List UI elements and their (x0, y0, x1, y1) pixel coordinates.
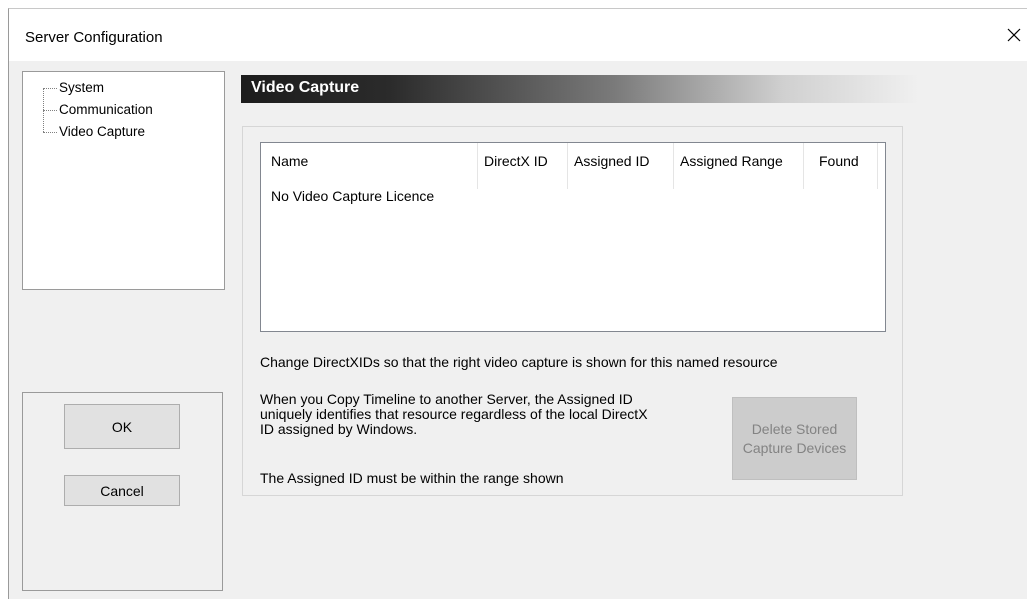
window-title: Server Configuration (25, 29, 163, 46)
section-title: Video Capture (251, 79, 360, 96)
section-header: Video Capture (241, 75, 919, 103)
column-header-directx-id[interactable]: DirectX ID (484, 153, 548, 169)
close-button[interactable] (1000, 21, 1027, 49)
delete-stored-capture-devices-button[interactable]: Delete Stored Capture Devices (732, 397, 857, 480)
copy-note-line3: ID assigned by Windows. (260, 421, 418, 437)
close-icon (1007, 28, 1021, 42)
tree-item-video-capture[interactable]: Video Capture (59, 124, 145, 139)
copy-note-line2: uniquely identifies that resource regard… (260, 406, 648, 422)
button-panel: OK Cancel (22, 392, 223, 591)
tree-connector (43, 110, 57, 111)
video-capture-group: Name DirectX ID Assigned ID Assigned Ran… (242, 126, 903, 496)
ok-button[interactable]: OK (64, 404, 180, 449)
column-divider (877, 143, 878, 189)
range-note: The Assigned ID must be within the range… (260, 470, 564, 486)
title-bar: Server Configuration (9, 9, 1027, 61)
delete-button-label: Delete Stored Capture Devices (743, 420, 847, 458)
column-header-name[interactable]: Name (271, 153, 308, 169)
empty-list-message: No Video Capture Licence (271, 188, 435, 204)
column-divider (567, 143, 568, 189)
tree-connector (43, 132, 57, 133)
column-divider (803, 143, 804, 189)
column-header-assigned-range[interactable]: Assigned Range (680, 153, 783, 169)
column-header-found[interactable]: Found (819, 153, 859, 169)
tree-item-system[interactable]: System (59, 80, 104, 95)
column-divider (673, 143, 674, 189)
cancel-button[interactable]: Cancel (64, 475, 180, 506)
delete-button-line1: Delete Stored (751, 420, 838, 437)
tree-item-communication[interactable]: Communication (59, 102, 153, 117)
capture-devices-list[interactable]: Name DirectX ID Assigned ID Assigned Ran… (260, 142, 886, 332)
delete-button-line2: Capture Devices (742, 439, 847, 456)
column-divider (477, 143, 478, 189)
directx-note: Change DirectXIDs so that the right vide… (260, 354, 778, 370)
copy-note-line1: When you Copy Timeline to another Server… (260, 391, 633, 407)
column-header-assigned-id[interactable]: Assigned ID (574, 153, 649, 169)
server-configuration-dialog: Server Configuration System Communicatio… (8, 8, 1027, 599)
tree-connector (43, 88, 57, 89)
settings-tree: System Communication Video Capture (22, 71, 225, 290)
